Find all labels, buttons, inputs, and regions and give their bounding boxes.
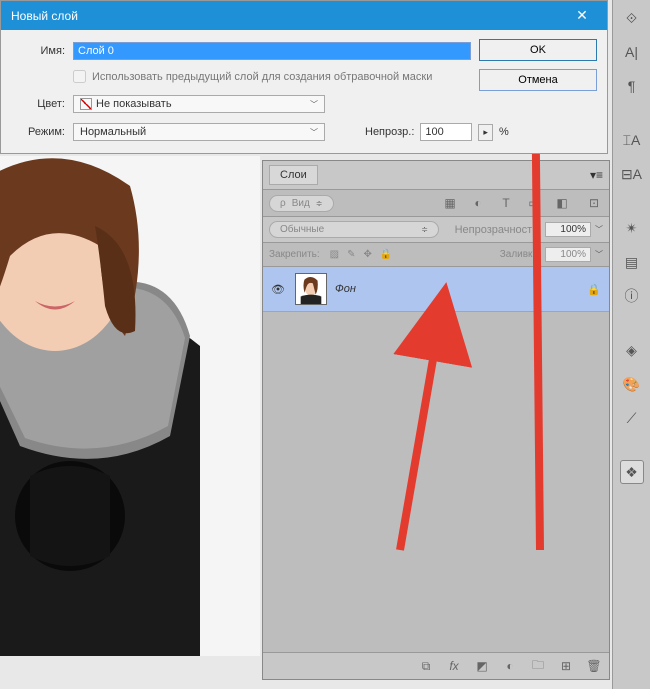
mode-value: Нормальный <box>80 126 146 138</box>
chevron-down-icon: ﹀ <box>310 127 318 138</box>
filter-toggle-icon[interactable]: ⊡ <box>585 194 603 212</box>
cube3d-icon[interactable]: ◈ <box>620 338 644 362</box>
filter-adjust-icon[interactable]: ◐ <box>469 194 487 212</box>
tab-layers[interactable]: Слои <box>269 165 318 185</box>
right-sidebar: ⟐ A| ¶ ⌶A ⊟A ✴ ▤ ⓘ ◈ 🎨 ⟋ ❖ <box>612 0 650 689</box>
lock-brush-icon[interactable]: ✎ <box>347 249 355 260</box>
layer-fill-input[interactable]: 100% <box>545 247 591 262</box>
canvas-area[interactable] <box>0 156 260 656</box>
opacity-suffix: % <box>499 126 509 138</box>
chevron-down-icon[interactable]: ﹀ <box>595 224 603 235</box>
color-field-label: Цвет: <box>15 98 65 110</box>
delete-layer-icon[interactable]: 🗑 <box>585 657 603 675</box>
lock-pixels-icon[interactable]: ▨ <box>330 249 339 260</box>
document-image <box>0 156 260 656</box>
paths-icon[interactable]: ⟋ <box>620 406 644 430</box>
layer-name-label[interactable]: Фон <box>335 283 356 295</box>
fill-label: Заливка: <box>500 249 541 260</box>
blend-mode-select[interactable]: Обычные ≑ <box>269 221 439 238</box>
para-styles-icon[interactable]: ⊟A <box>620 162 644 186</box>
blend-mode-value: Обычные <box>280 224 324 235</box>
layer-group-icon[interactable]: 🗀 <box>529 657 547 675</box>
clipmask-label: Использовать предыдущий слой для создани… <box>92 71 432 83</box>
chevron-down-icon: ≑ <box>421 225 428 234</box>
opacity-input[interactable]: 100 <box>420 123 472 141</box>
lock-position-icon[interactable]: ✥ <box>364 249 372 260</box>
blend-mode-select[interactable]: Нормальный ﹀ <box>73 123 325 141</box>
info-icon[interactable]: ⓘ <box>620 284 644 308</box>
lock-label: Закрепить: <box>269 249 320 260</box>
layer-opacity-input[interactable]: 100% <box>545 222 591 237</box>
layer-locked-icon[interactable]: 🔒 <box>587 283 601 296</box>
layer-item[interactable]: 👁 Фон 🔒 <box>263 267 609 312</box>
new-layer-dialog: Новый слой ✕ Имя: Использовать предыдущи… <box>0 0 608 154</box>
cancel-button[interactable]: Отмена <box>479 69 597 91</box>
dialog-title: Новый слой <box>11 9 78 23</box>
panel-menu-icon[interactable]: ▾≡ <box>590 168 603 182</box>
opacity-field-label: Непрозр.: <box>365 126 414 138</box>
chevron-down-icon[interactable]: ﹀ <box>595 249 603 260</box>
color-value: Не показывать <box>96 98 172 110</box>
color-select[interactable]: Не показывать ﹀ <box>73 95 325 113</box>
swatches-icon[interactable]: ▤ <box>620 250 644 274</box>
lock-all-icon[interactable]: 🔒 <box>380 249 392 260</box>
layers-panel: Слои ▾≡ ρ Вид ≑ ▦ ◐ T ▭ ◧ ⊡ Обычные ≑ Не… <box>262 160 610 680</box>
opacity-value: 100 <box>425 126 443 138</box>
chevron-down-icon: ﹀ <box>310 99 318 110</box>
layer-kind-filter[interactable]: ρ Вид ≑ <box>269 195 334 212</box>
color-icon[interactable]: 🎨 <box>620 372 644 396</box>
visibility-eye-icon[interactable]: 👁 <box>271 283 287 296</box>
char-styles-icon[interactable]: ⌶A <box>620 128 644 152</box>
filter-smart-icon[interactable]: ◧ <box>553 194 571 212</box>
mode-label: Режим: <box>15 126 65 138</box>
adjustment-layer-icon[interactable]: ◐ <box>501 657 519 675</box>
paragraph-icon[interactable]: ¶ <box>620 74 644 98</box>
layer-fx-icon[interactable]: fx <box>445 657 463 675</box>
opacity-flyout-icon[interactable]: ▸ <box>478 124 493 141</box>
layers-icon[interactable]: ❖ <box>620 460 644 484</box>
opacity-label: Непрозрачность: <box>455 224 541 236</box>
dialog-titlebar[interactable]: Новый слой ✕ <box>1 1 607 30</box>
link-layers-icon[interactable]: ⧉ <box>417 657 435 675</box>
new-layer-icon[interactable]: ⊞ <box>557 657 575 675</box>
layer-mask-icon[interactable]: ◩ <box>473 657 491 675</box>
layer-thumbnail[interactable] <box>295 273 327 305</box>
no-color-icon <box>80 98 92 110</box>
clipmask-checkbox <box>73 70 86 83</box>
close-icon[interactable]: ✕ <box>567 7 597 24</box>
ok-button[interactable]: OK <box>479 39 597 61</box>
filter-pixel-icon[interactable]: ▦ <box>441 194 459 212</box>
layer-name-input[interactable] <box>73 42 471 60</box>
character-icon[interactable]: A| <box>620 40 644 64</box>
chevron-down-icon: ≑ <box>316 199 323 208</box>
history-icon[interactable]: ⟐ <box>620 6 644 30</box>
filter-type-icon[interactable]: T <box>497 194 515 212</box>
panel-bottom-toolbar: ⧉ fx ◩ ◐ 🗀 ⊞ 🗑 <box>263 652 609 679</box>
name-label: Имя: <box>15 45 65 57</box>
navigator-icon[interactable]: ✴ <box>620 216 644 240</box>
filter-shape-icon[interactable]: ▭ <box>525 194 543 212</box>
filter-label: Вид <box>292 198 310 209</box>
